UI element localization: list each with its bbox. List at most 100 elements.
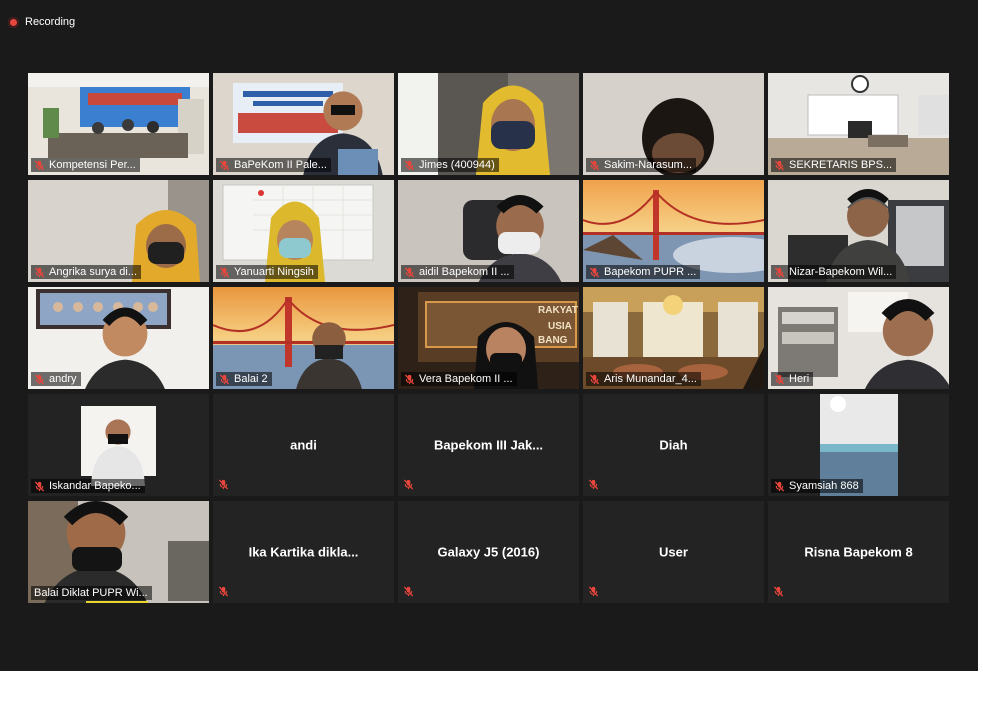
participant-name: Risna Bapekom 8 — [804, 544, 913, 560]
recording-indicator[interactable]: Recording — [8, 12, 75, 32]
participant-name: User — [659, 544, 688, 560]
participant-name: Yanuarti Ningsih — [234, 266, 314, 278]
participant-name: Heri — [789, 373, 810, 385]
svg-text:BANG: BANG — [538, 335, 568, 346]
microphone-muted-icon — [588, 586, 599, 597]
microphone-muted-icon — [219, 266, 230, 278]
speaking-indicator — [86, 601, 148, 603]
participant-name: SEKRETARIS BPS... — [789, 159, 893, 171]
participant-tile[interactable]: aidil Bapekom II ... — [398, 180, 579, 282]
participant-name: Balai Diklat PUPR Wi... — [34, 587, 148, 599]
microphone-muted-icon — [589, 266, 600, 278]
record-icon — [8, 16, 19, 28]
participant-name: aidil Bapekom II ... — [419, 266, 510, 278]
microphone-muted-icon — [404, 373, 415, 385]
microphone-muted-icon — [774, 480, 785, 492]
participant-tile[interactable]: Sakim-Narasum... — [583, 73, 764, 175]
participant-name: Iskandar Bapeko... — [49, 480, 141, 492]
participant-name-label: Iskandar Bapeko... — [31, 479, 145, 493]
participant-tile[interactable]: Galaxy J5 (2016) — [398, 501, 579, 603]
participant-name-label: Sakim-Narasum... — [586, 158, 697, 172]
recording-label: Recording — [25, 16, 76, 28]
microphone-muted-icon — [774, 266, 785, 278]
participant-tile[interactable]: Aris Munandar_4... — [583, 287, 764, 389]
participant-tile[interactable]: andry — [28, 287, 209, 389]
participant-name: Bapekom III Jak... — [433, 437, 544, 453]
participant-name-label: Nizar-Bapekom Wil... — [771, 265, 897, 279]
participant-tile[interactable]: Heri — [768, 287, 949, 389]
participant-tile[interactable]: Ika Kartika dikla... — [213, 501, 394, 603]
participant-tile[interactable]: Bapekom PUPR ... — [583, 180, 764, 282]
svg-text:RAKYAT: RAKYAT — [538, 305, 578, 316]
participant-name: Aris Munandar_4... — [604, 373, 697, 385]
participant-name-label: Syamsiah 868 — [771, 479, 863, 493]
participant-name-label: Angrika surya di... — [31, 265, 142, 279]
participant-tile[interactable]: Balai 2 — [213, 287, 394, 389]
participant-tile[interactable]: Angrika surya di... — [28, 180, 209, 282]
microphone-muted-icon — [34, 373, 45, 385]
participant-tile[interactable]: Yanuarti Ningsih — [213, 180, 394, 282]
participant-name: Galaxy J5 (2016) — [437, 544, 540, 560]
gallery-grid: Kompetensi Per... BaPeKom II Pale... Jimes… — [28, 73, 949, 710]
microphone-muted-icon — [403, 586, 414, 597]
participant-tile[interactable]: Risna Bapekom 8 — [768, 501, 949, 603]
microphone-muted-icon — [403, 479, 414, 490]
microphone-muted-icon — [218, 586, 229, 597]
participant-name-label: Balai 2 — [216, 372, 272, 386]
participant-name-label: SEKRETARIS BPS... — [771, 158, 897, 172]
participant-tile[interactable]: Nizar-Bapekom Wil... — [768, 180, 949, 282]
microphone-muted-icon — [404, 159, 415, 171]
participant-name-label: Yanuarti Ningsih — [216, 265, 318, 279]
participant-tile[interactable]: Iskandar Bapeko... — [28, 394, 209, 496]
microphone-muted-icon — [774, 159, 785, 171]
participant-tile[interactable]: Diah — [583, 394, 764, 496]
microphone-muted-icon — [773, 586, 784, 597]
participant-name: Angrika surya di... — [49, 266, 138, 278]
participant-tile[interactable]: Bapekom III Jak... — [398, 394, 579, 496]
zoom-meeting-window: Recording Kompetensi Per... BaPeKom II Pa… — [0, 0, 978, 671]
participant-name: Bapekom PUPR ... — [604, 266, 697, 278]
participant-name-label: Jimes (400944) — [401, 158, 499, 172]
participant-name-label: BaPeKom II Pale... — [216, 158, 331, 172]
participant-name-label: Heri — [771, 372, 814, 386]
microphone-muted-icon — [34, 266, 45, 278]
participant-name-label: Aris Munandar_4... — [586, 372, 701, 386]
participant-tile[interactable]: BaPeKom II Pale... — [213, 73, 394, 175]
participant-name: Ika Kartika dikla... — [248, 544, 359, 560]
participant-name: Sakim-Narasum... — [604, 159, 693, 171]
participant-name-label: Kompetensi Per... — [31, 158, 140, 172]
participant-tile[interactable]: User — [583, 501, 764, 603]
microphone-muted-icon — [774, 373, 785, 385]
participant-tile[interactable]: SEKRETARIS BPS... — [768, 73, 949, 175]
participant-tile[interactable]: Kompetensi Per... — [28, 73, 209, 175]
participant-name: Balai 2 — [234, 373, 268, 385]
participant-name: andry — [49, 373, 77, 385]
participant-tile[interactable]: andi — [213, 394, 394, 496]
participant-name-label: aidil Bapekom II ... — [401, 265, 514, 279]
microphone-muted-icon — [218, 479, 229, 490]
participant-name: Diah — [659, 437, 688, 453]
participant-name: andi — [290, 437, 317, 453]
microphone-muted-icon — [219, 373, 230, 385]
participant-name: Vera Bapekom II ... — [419, 373, 513, 385]
participant-name: Syamsiah 868 — [789, 480, 859, 492]
microphone-muted-icon — [34, 480, 45, 492]
participant-name-label: andry — [31, 372, 81, 386]
participant-name: BaPeKom II Pale... — [234, 159, 327, 171]
microphone-muted-icon — [34, 159, 45, 171]
microphone-muted-icon — [404, 266, 415, 278]
microphone-muted-icon — [589, 373, 600, 385]
participant-tile[interactable]: Jimes (400944) — [398, 73, 579, 175]
microphone-muted-icon — [588, 479, 599, 490]
participant-tile[interactable]: Balai Diklat PUPR Wi... — [28, 501, 209, 603]
svg-text:USIA: USIA — [548, 321, 572, 332]
participant-name-label: Balai Diklat PUPR Wi... — [31, 586, 152, 600]
participant-tile[interactable]: RAKYAT USIA BANG Vera Bapekom II ... — [398, 287, 579, 389]
participant-tile[interactable]: Syamsiah 868 — [768, 394, 949, 496]
participant-name-label: Bapekom PUPR ... — [586, 265, 701, 279]
microphone-muted-icon — [589, 159, 600, 171]
window-edge — [978, 0, 983, 671]
participant-name: Nizar-Bapekom Wil... — [789, 266, 893, 278]
participant-name: Kompetensi Per... — [49, 159, 136, 171]
participant-name: Jimes (400944) — [419, 159, 495, 171]
